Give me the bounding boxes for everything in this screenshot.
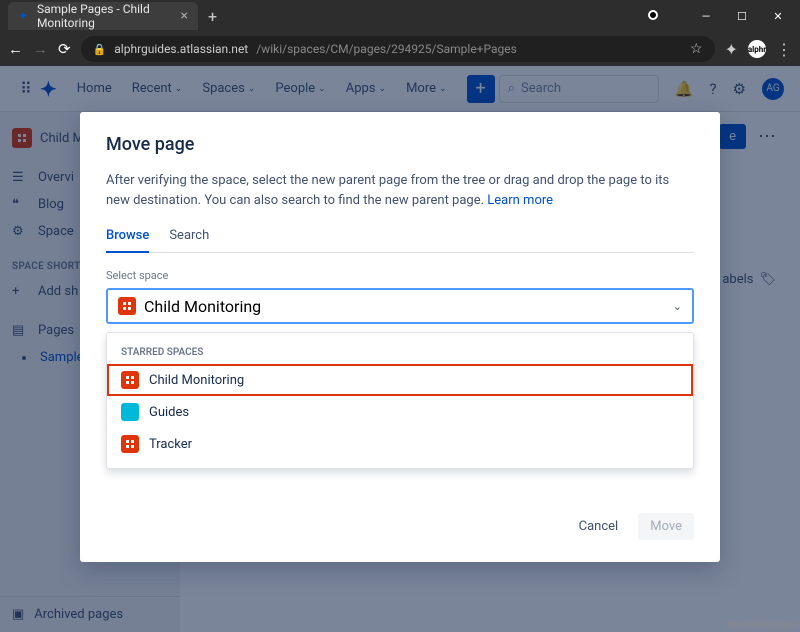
modal-tabs: Browse Search — [106, 228, 694, 253]
chevron-down-icon: ⌄ — [673, 300, 682, 313]
extensions-icon[interactable]: ✦ — [725, 40, 738, 59]
minimize-button[interactable]: — — [700, 10, 712, 23]
space-icon — [121, 403, 139, 421]
modal-title: Move page — [106, 134, 694, 155]
modal-description: After verifying the space, select the ne… — [106, 171, 694, 210]
cancel-button[interactable]: Cancel — [567, 513, 631, 540]
space-select[interactable]: Child Monitoring ⌄ — [106, 288, 694, 324]
bookmark-icon[interactable]: ☆ — [690, 41, 703, 57]
dropdown-item-tracker[interactable]: Tracker — [107, 428, 693, 460]
confluence-favicon: ✦ — [18, 9, 29, 23]
new-tab-button[interactable]: + — [208, 7, 217, 26]
modal-footer: Cancel Move — [106, 513, 694, 540]
window-controls: — ☐ ✕ — [648, 10, 800, 23]
address-bar[interactable]: 🔒 alphrguides.atlassian.net/wiki/spaces/… — [81, 36, 715, 62]
watermark: www.deuaq.com — [729, 620, 796, 630]
back-button[interactable]: ← — [8, 40, 23, 58]
recording-indicator-icon — [648, 10, 658, 20]
select-space-label: Select space — [106, 269, 694, 282]
browser-tab[interactable]: ✦ Sample Pages - Child Monitoring × — [8, 2, 198, 30]
reload-button[interactable]: ⟳ — [58, 40, 71, 58]
space-icon — [118, 297, 136, 315]
dropdown-item-child-monitoring[interactable]: Child Monitoring — [107, 364, 693, 396]
close-tab-icon[interactable]: × — [181, 8, 188, 24]
dropdown-item-label: Child Monitoring — [149, 373, 244, 388]
dropdown-item-label: Tracker — [149, 437, 192, 452]
learn-more-link[interactable]: Learn more — [487, 193, 553, 208]
selected-space-value: Child Monitoring — [144, 297, 261, 316]
close-window-button[interactable]: ✕ — [772, 10, 784, 23]
space-icon — [121, 371, 139, 389]
dropdown-heading: STARRED SPACES — [107, 341, 693, 364]
dropdown-item-label: Guides — [149, 405, 189, 420]
forward-button: → — [33, 40, 48, 58]
profile-avatar-icon[interactable]: alphr — [748, 40, 766, 58]
browser-menu-icon[interactable]: ⋮ — [776, 40, 792, 59]
browser-toolbar: ← → ⟳ 🔒 alphrguides.atlassian.net/wiki/s… — [0, 32, 800, 66]
dropdown-item-guides[interactable]: Guides — [107, 396, 693, 428]
lock-icon: 🔒 — [93, 43, 107, 56]
url-host: alphrguides.atlassian.net — [114, 42, 248, 56]
space-icon — [121, 435, 139, 453]
move-button[interactable]: Move — [638, 513, 694, 540]
move-page-modal: Move page After verifying the space, sel… — [80, 112, 720, 562]
tab-search[interactable]: Search — [169, 228, 209, 252]
maximize-button[interactable]: ☐ — [736, 10, 748, 23]
tab-browse[interactable]: Browse — [106, 228, 149, 253]
browser-tab-strip: ✦ Sample Pages - Child Monitoring × + — … — [0, 0, 800, 32]
tab-title: Sample Pages - Child Monitoring — [37, 2, 173, 30]
url-path: /wiki/spaces/CM/pages/294925/Sample+Page… — [256, 42, 517, 56]
space-dropdown: STARRED SPACES Child Monitoring Guides T… — [106, 332, 694, 469]
